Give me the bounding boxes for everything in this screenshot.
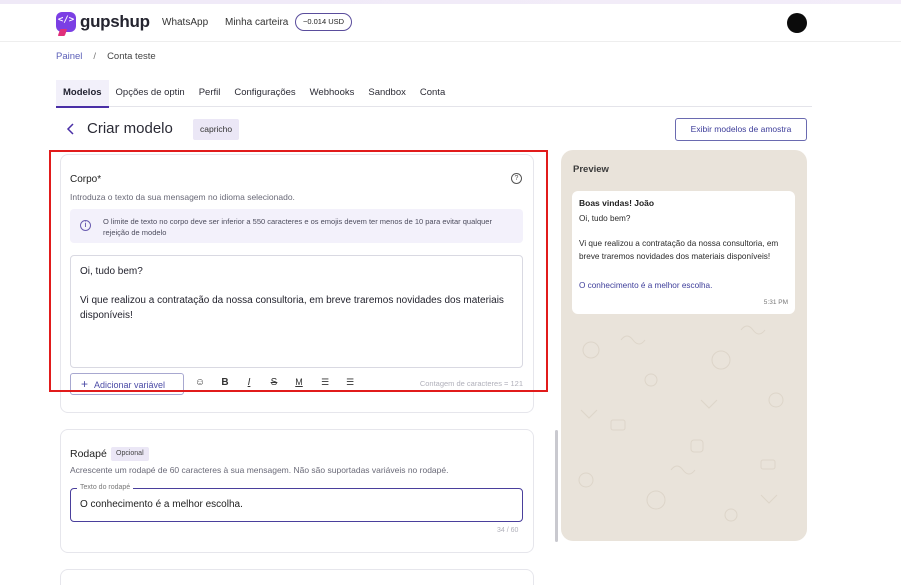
emoji-icon[interactable]: ☺ [194, 377, 206, 388]
tab-conta[interactable]: Conta [413, 80, 452, 107]
top-header: </> gupshup WhatsApp Minha carteira −0.0… [0, 4, 901, 42]
body-text-editor[interactable]: Oi, tudo bem? Vi que realizou a contrata… [70, 255, 523, 368]
back-arrow-icon[interactable] [64, 122, 78, 136]
breadcrumb-root[interactable]: Painel [56, 51, 82, 62]
preview-title: Preview [573, 164, 609, 175]
tab-sandbox[interactable]: Sandbox [361, 80, 413, 107]
footer-help-text: Acrescente um rodapé de 60 caracteres à … [70, 465, 449, 475]
next-section-card [60, 569, 534, 585]
body-info-notice: i O limite de texto no corpo deve ser in… [70, 209, 523, 243]
tab-configuracoes[interactable]: Configurações [227, 80, 302, 107]
preview-panel: Preview Boas vindas! João Oi, tudo bem? … [561, 150, 807, 541]
body-toolbar: + Adicionar variável ☺ B I S M ☰ ☰ Contag… [70, 373, 523, 395]
tab-bar: Modelos Opções de optin Perfil Configura… [56, 80, 812, 108]
numbered-list-icon[interactable]: ☰ [319, 377, 331, 388]
breadcrumb-current: Conta teste [107, 51, 156, 62]
footer-field-label: Texto do rodapé [77, 484, 134, 491]
preview-timestamp: 5:31 PM [763, 299, 788, 306]
body-info-text: O limite de texto no corpo deve ser infe… [103, 217, 492, 237]
tab-webhooks[interactable]: Webhooks [303, 80, 362, 107]
body-label: Corpo* [70, 174, 102, 185]
info-icon: i [80, 220, 91, 231]
template-name-tag: capricho [193, 119, 240, 140]
footer-text-value: O conhecimento é a melhor escolha. [80, 499, 243, 510]
nav-wallet[interactable]: Minha carteira [225, 17, 288, 28]
footer-character-count: 34 / 60 [497, 527, 519, 534]
add-variable-button[interactable]: + Adicionar variável [70, 373, 184, 395]
preview-footer: O conhecimento é a melhor escolha. [579, 281, 713, 290]
character-count: Contagem de caracteres = 121 [419, 379, 523, 388]
brand-logo[interactable]: </> gupshup [56, 12, 150, 32]
tab-optin[interactable]: Opções de optin [109, 80, 192, 107]
italic-icon[interactable]: I [243, 377, 255, 388]
scrollbar[interactable] [555, 430, 558, 542]
breadcrumb: Painel / Conta teste [56, 51, 156, 62]
user-avatar[interactable] [787, 13, 807, 33]
help-circle-icon[interactable]: ? [511, 173, 522, 184]
page-title: Criar modelo [87, 120, 173, 137]
bullet-list-icon[interactable]: ☰ [344, 377, 356, 388]
breadcrumb-separator: / [93, 51, 97, 62]
tab-perfil[interactable]: Perfil [192, 80, 228, 107]
view-sample-templates-button[interactable]: Exibir modelos de amostra [675, 118, 807, 141]
footer-text-input[interactable]: O conhecimento é a melhor escolha. [70, 488, 523, 522]
wallet-balance-badge: −0.014 USD [295, 13, 353, 31]
add-variable-label: Adicionar variável [94, 380, 166, 390]
monospace-icon[interactable]: M [293, 377, 305, 387]
gupshup-logo-icon: </> [56, 12, 76, 32]
nav-whatsapp[interactable]: WhatsApp [162, 17, 208, 28]
bold-icon[interactable]: B [219, 377, 231, 388]
tab-modelos[interactable]: Modelos [56, 80, 109, 108]
footer-label: Rodapé [70, 448, 107, 460]
brand-name: gupshup [80, 12, 150, 31]
plus-icon: + [81, 377, 89, 391]
message-bubble: Boas vindas! João Oi, tudo bem? Vi que r… [572, 191, 795, 314]
preview-body: Oi, tudo bem? Vi que realizou a contrata… [579, 214, 779, 261]
body-text-value: Oi, tudo bem? Vi que realizou a contrata… [80, 266, 504, 321]
strikethrough-icon[interactable]: S [268, 377, 280, 388]
preview-header: Boas vindas! João [579, 198, 655, 208]
optional-badge: Opcional [111, 447, 149, 461]
body-help-text: Introduza o texto da sua mensagem no idi… [70, 192, 295, 202]
